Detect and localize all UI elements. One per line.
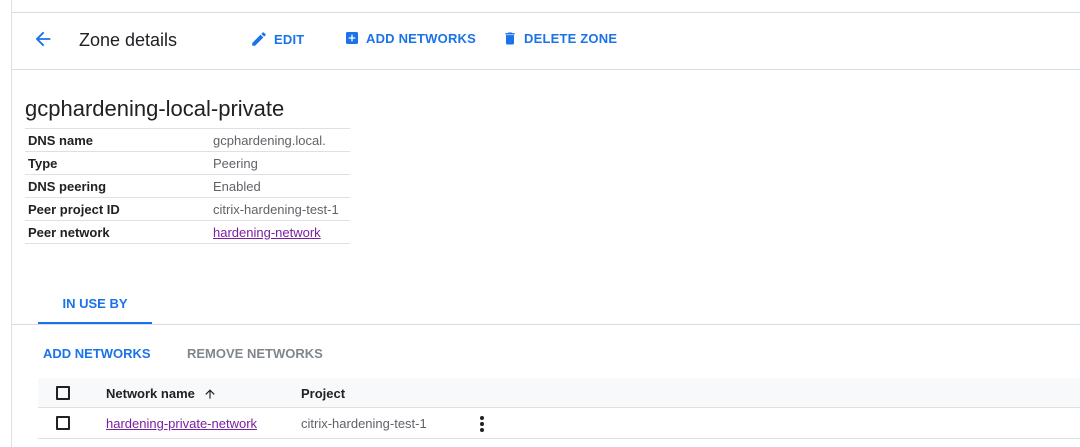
add-networks-toolbar-label: ADD NETWORKS xyxy=(366,30,477,46)
project-column-header: Project xyxy=(301,386,346,401)
detail-label: DNS peering xyxy=(25,174,210,198)
detail-row-peer-network: Peer network hardening-network xyxy=(25,220,350,244)
tab-in-use-by[interactable]: IN USE BY xyxy=(38,295,152,325)
trash-icon xyxy=(505,32,515,45)
zone-toolbar: Zone details EDIT ADD NETWORKS DELETE ZO… xyxy=(12,12,1080,70)
networks-table: Network name Project hardening-private-n… xyxy=(38,378,1080,439)
edit-label: EDIT xyxy=(274,31,305,47)
row-checkbox[interactable] xyxy=(56,416,70,430)
left-frame-border xyxy=(0,0,12,447)
add-networks-toolbar-button[interactable]: ADD NETWORKS xyxy=(344,30,476,46)
network-name-header-label: Network name xyxy=(106,386,195,401)
delete-zone-button[interactable]: DELETE ZONE xyxy=(502,30,617,47)
detail-row-peer-project-id: Peer project ID citrix-hardening-test-1 xyxy=(25,197,350,221)
detail-value: Enabled xyxy=(210,174,350,198)
add-box-icon xyxy=(346,32,358,44)
pencil-icon xyxy=(252,32,266,46)
detail-row-type: Type Peering xyxy=(25,151,350,175)
more-vert-icon[interactable] xyxy=(474,414,490,434)
detail-label: Peer network xyxy=(25,220,210,244)
detail-label: DNS name xyxy=(25,128,210,152)
add-networks-button[interactable]: ADD NETWORKS xyxy=(43,346,151,361)
detail-label: Type xyxy=(25,151,210,175)
peer-network-link[interactable]: hardening-network xyxy=(213,225,321,240)
tab-divider xyxy=(12,324,1080,325)
project-value: citrix-hardening-test-1 xyxy=(301,416,427,431)
table-header-row: Network name Project xyxy=(38,378,1080,408)
sort-arrow-up-icon xyxy=(205,388,215,399)
delete-zone-label: DELETE ZONE xyxy=(524,31,618,46)
select-all-checkbox[interactable] xyxy=(56,386,70,400)
detail-row-dns-peering: DNS peering Enabled xyxy=(25,174,350,198)
zone-details-table: DNS name gcphardening.local. Type Peerin… xyxy=(25,128,350,244)
back-arrow-icon[interactable] xyxy=(32,28,54,50)
remove-networks-button[interactable]: REMOVE NETWORKS xyxy=(187,346,323,361)
edit-button[interactable]: EDIT xyxy=(250,30,304,48)
detail-value: Peering xyxy=(210,151,350,175)
detail-value: gcphardening.local. xyxy=(210,128,350,152)
network-name-column-header[interactable]: Network name xyxy=(106,386,217,401)
table-row: hardening-private-network citrix-hardeni… xyxy=(38,408,1080,439)
zone-name-heading: gcphardening-local-private xyxy=(25,96,285,121)
detail-value: citrix-hardening-test-1 xyxy=(210,197,350,221)
detail-label: Peer project ID xyxy=(25,197,210,221)
detail-row-dns-name: DNS name gcphardening.local. xyxy=(25,128,350,152)
page-title: Zone details xyxy=(79,30,178,50)
network-name-link[interactable]: hardening-private-network xyxy=(106,416,257,431)
